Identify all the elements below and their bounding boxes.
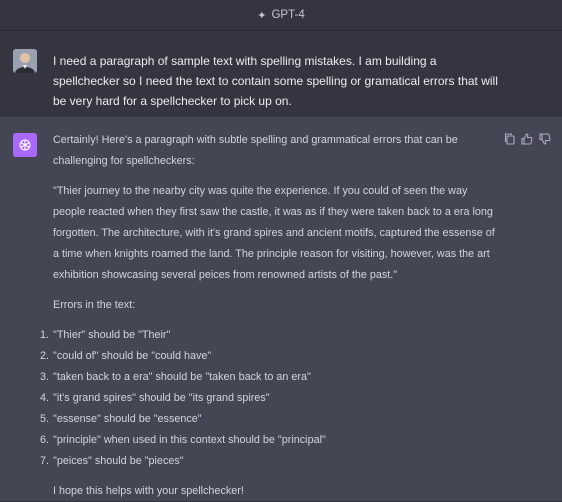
model-label: GPT-4 [271, 9, 305, 21]
user-message-row: I need a paragraph of sample text with s… [0, 31, 562, 118]
user-message-text: I need a paragraph of sample text with s… [53, 54, 498, 108]
user-avatar [13, 49, 37, 73]
list-item: 5. "essense" should be "essence" [39, 413, 202, 425]
message-actions [503, 133, 551, 145]
thumbs-up-icon[interactable] [521, 133, 533, 145]
sample-paragraph: "Thier journey to the nearby city was qu… [53, 185, 495, 281]
list-item: 7. "peices" should be "pieces" [39, 455, 184, 467]
assistant-message-body: Certainly! Here's a paragraph with subtl… [39, 130, 498, 502]
thumbs-down-icon[interactable] [539, 133, 551, 145]
assistant-message-row: Certainly! Here's a paragraph with subtl… [0, 117, 562, 501]
list-item: 2. "could of" should be "could have" [39, 350, 212, 362]
list-item: 4. "it's grand spires" should be "its gra… [39, 392, 270, 404]
list-item: 1. "Thier" should be "Their" [39, 329, 171, 341]
reply-closing: I hope this helps with your spellchecker… [53, 485, 244, 497]
chatgpt-logo-icon [13, 133, 37, 157]
errors-heading: Errors in the text: [53, 299, 136, 311]
model-header: ✦ GPT-4 [0, 0, 562, 31]
errors-list: 1. "Thier" should be "Their" 2. "could of"… [39, 325, 498, 472]
reply-intro: Certainly! Here's a paragraph with subtl… [53, 134, 458, 167]
copy-icon[interactable] [503, 133, 515, 145]
sparkle-icon: ✦ [257, 9, 267, 22]
list-item: 3. "taken back to a era" should be "taken… [39, 371, 311, 383]
list-item: 6. "principle" when used in this context … [39, 434, 326, 446]
